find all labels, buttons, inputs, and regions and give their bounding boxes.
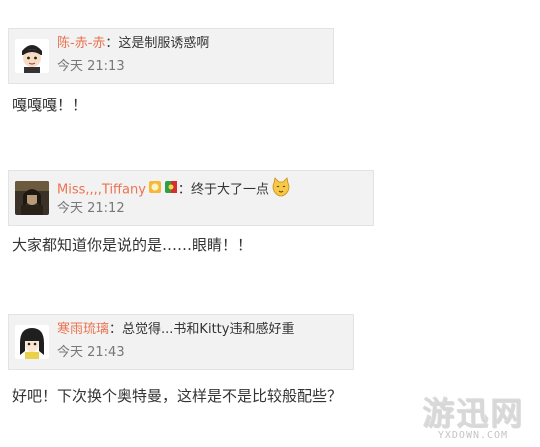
separator: ： bbox=[177, 182, 191, 198]
watermark: 游迅网 YXDOWN.COM bbox=[422, 396, 524, 441]
cat-emoji-icon bbox=[271, 177, 291, 203]
post-text: 大家都知道你是说的是……眼睛！！ bbox=[12, 236, 253, 254]
username-link[interactable]: 陈-赤-赤 bbox=[57, 36, 105, 51]
avatar[interactable] bbox=[15, 39, 49, 73]
username-link[interactable]: 寒雨琉璃 bbox=[57, 322, 109, 337]
comment-line: 寒雨琉璃：总觉得...书和Kitty违和感好重 bbox=[57, 321, 294, 339]
username-link[interactable]: Miss,,,,Tiffany bbox=[57, 183, 146, 198]
avatar[interactable] bbox=[15, 325, 49, 359]
watermark-logo: 游迅网 bbox=[421, 394, 524, 432]
timestamp: 今天 21:12 bbox=[57, 201, 125, 216]
comment-text: 终于大了一点 bbox=[190, 182, 269, 198]
comment-text: 总觉得...书和Kitty违和感好重 bbox=[122, 322, 295, 337]
comment-line: 陈-赤-赤：这是制服诱惑啊 bbox=[57, 35, 209, 53]
separator: ： bbox=[109, 322, 123, 337]
post-text: 嘎嘎嘎！！ bbox=[12, 96, 88, 114]
separator: ： bbox=[105, 36, 119, 51]
anime-girl-avatar-icon bbox=[15, 325, 49, 359]
comment-card: 陈-赤-赤：这是制服诱惑啊 今天 21:13 bbox=[8, 28, 334, 84]
dark-photo-avatar-icon bbox=[15, 181, 49, 215]
comment-card: 寒雨琉璃：总觉得...书和Kitty违和感好重 今天 21:43 bbox=[8, 314, 354, 370]
comment-text: 这是制服诱惑啊 bbox=[118, 36, 210, 51]
flag-badge-icon bbox=[164, 180, 178, 200]
timestamp: 今天 21:13 bbox=[57, 59, 125, 74]
comment-card: Miss,,,,Tiffany ：终于大了一点 今天 21:12 bbox=[8, 170, 374, 226]
timestamp: 今天 21:43 bbox=[57, 345, 125, 360]
comment-line: Miss,,,,Tiffany ：终于大了一点 bbox=[57, 177, 291, 203]
medal-badge-icon bbox=[148, 180, 162, 200]
post-text: 好吧！下次换个奥特曼，这样是不是比较般配些？ bbox=[12, 387, 343, 405]
cartoon-boy-avatar-icon bbox=[15, 39, 49, 73]
avatar[interactable] bbox=[15, 181, 49, 215]
